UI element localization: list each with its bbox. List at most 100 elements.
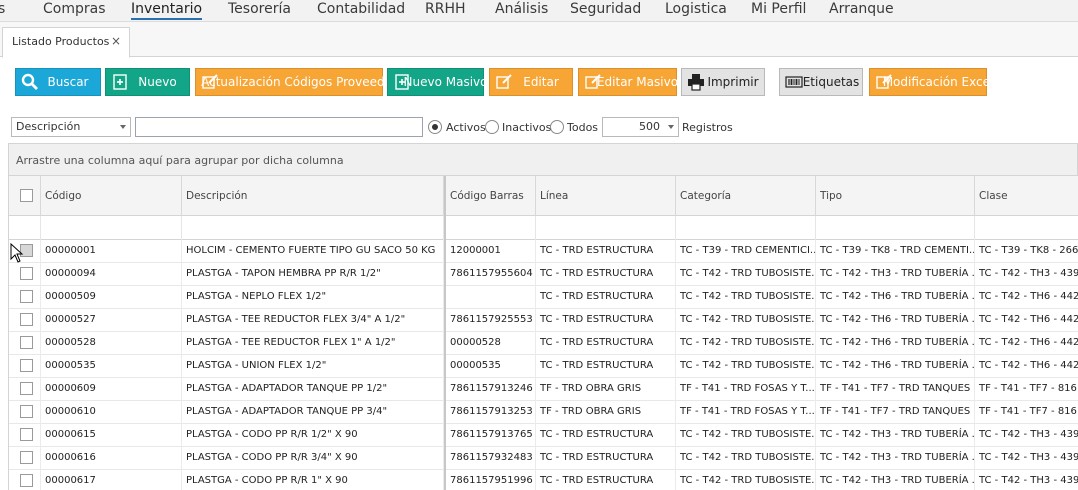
cell-tipo[interactable]: TC - T42 - TH6 - TRD TUBERÍA ...	[816, 332, 975, 355]
table-row[interactable]: 00000609 PLASTGA - ADAPTADOR TANQUE PP 1/…	[9, 378, 1078, 401]
cell-categoria[interactable]: TC - T42 - TRD TUBOSISTE...	[676, 332, 816, 355]
menu-item-mi-perfil[interactable]: Mi Perfil	[751, 1, 806, 17]
cell-linea[interactable]: TC - TRD ESTRUCTURA	[536, 424, 676, 447]
menu-item-seguridad[interactable]: Seguridad	[570, 1, 641, 17]
cell-codigo[interactable]: 00000094	[41, 263, 182, 286]
editar-button[interactable]: Editar	[489, 68, 573, 96]
filter-cell-descripcion[interactable]	[182, 216, 444, 240]
menu-item-partial[interactable]: s	[0, 1, 5, 17]
filter-cell-codigo[interactable]	[41, 216, 182, 240]
cell-linea[interactable]: TC - TRD ESTRUCTURA	[536, 240, 676, 263]
cell-categoria[interactable]: TC - T39 - TRD CEMENTICI...	[676, 240, 816, 263]
cell-tipo[interactable]: TC - T42 - TH6 - TRD TUBERÍA ...	[816, 309, 975, 332]
cell-linea[interactable]: TF - TRD OBRA GRIS	[536, 401, 676, 424]
cell-clase[interactable]: TC - T42 - TH3 - 439 - T	[975, 470, 1078, 490]
filter-cell-clase[interactable]	[975, 216, 1078, 240]
cell-codigo-barras[interactable]: 12000001	[446, 240, 536, 263]
cell-linea[interactable]: TC - TRD ESTRUCTURA	[536, 263, 676, 286]
cell-categoria[interactable]: TC - T42 - TRD TUBOSISTE...	[676, 470, 816, 490]
cell-codigo-barras[interactable]: 00000535	[446, 355, 536, 378]
table-row[interactable]: 00000527 PLASTGA - TEE REDUCTOR FLEX 3/4"…	[9, 309, 1078, 332]
filter-cell-tipo[interactable]	[816, 216, 975, 240]
row-checkbox[interactable]	[20, 267, 33, 280]
cell-linea[interactable]: TC - TRD ESTRUCTURA	[536, 470, 676, 490]
tab-listado-productos[interactable]: Listado Productos ×	[2, 27, 130, 58]
imprimir-button[interactable]: Imprimir	[681, 68, 765, 96]
cell-codigo[interactable]: 00000527	[41, 309, 182, 332]
row-checkbox[interactable]	[20, 474, 33, 487]
registros-select[interactable]: 500	[602, 117, 679, 137]
menu-item-compras[interactable]: Compras	[43, 1, 106, 17]
cell-codigo[interactable]: 00000617	[41, 470, 182, 490]
cell-descripcion[interactable]: PLASTGA - NEPLO FLEX 1/2"	[182, 286, 444, 309]
table-row[interactable]: 00000610 PLASTGA - ADAPTADOR TANQUE PP 3/…	[9, 401, 1078, 424]
cell-linea[interactable]: TF - TRD OBRA GRIS	[536, 378, 676, 401]
cell-linea[interactable]: TC - TRD ESTRUCTURA	[536, 286, 676, 309]
table-row[interactable]: 00000094 PLASTGA - TAPON HEMBRA PP R/R 1/…	[9, 263, 1078, 286]
search-input[interactable]	[135, 117, 423, 137]
actualizacion-codigos-proveedor-button[interactable]: Actualización Códigos Proveedor	[195, 68, 397, 96]
cell-codigo-barras[interactable]: 00000528	[446, 332, 536, 355]
cell-tipo[interactable]: TC - T42 - TH3 - TRD TUBERÍA ...	[816, 263, 975, 286]
buscar-button[interactable]: Buscar	[15, 68, 101, 96]
row-checkbox[interactable]	[20, 290, 33, 303]
column-header-linea[interactable]: Línea	[536, 176, 676, 216]
nuevo-masivo-button[interactable]: Nuevo Masivo	[387, 68, 487, 96]
radio-todos[interactable]	[550, 120, 564, 134]
editar-masivo-button[interactable]: Editar Masivo	[578, 68, 678, 96]
cell-codigo-barras[interactable]: 7861157925553	[446, 309, 536, 332]
filter-cell-codigo-barras[interactable]	[446, 216, 536, 240]
cell-codigo-barras[interactable]	[446, 286, 536, 309]
cell-clase[interactable]: TF - T41 - TF7 - 816 - T	[975, 401, 1078, 424]
filter-cell-categoria[interactable]	[676, 216, 816, 240]
menu-item-logistica[interactable]: Logistica	[665, 1, 727, 17]
cell-descripcion[interactable]: PLASTGA - ADAPTADOR TANQUE PP 3/4"	[182, 401, 444, 424]
cell-clase[interactable]: TC - T42 - TH6 - 442 - T	[975, 355, 1078, 378]
cell-clase[interactable]: TF - T41 - TF7 - 816 - T	[975, 378, 1078, 401]
select-all-checkbox[interactable]	[20, 189, 33, 202]
cell-codigo-barras[interactable]: 7861157913253	[446, 401, 536, 424]
cell-codigo[interactable]: 00000001	[41, 240, 182, 263]
column-header-tipo[interactable]: Tipo	[816, 176, 975, 216]
row-checkbox[interactable]	[20, 313, 33, 326]
column-header-codigo-barras[interactable]: Código Barras	[446, 176, 536, 216]
table-row[interactable]: 00000509 PLASTGA - NEPLO FLEX 1/2" TC - TR…	[9, 286, 1078, 309]
cell-tipo[interactable]: TF - T41 - TF7 - TRD TANQUES	[816, 401, 975, 424]
cell-linea[interactable]: TC - TRD ESTRUCTURA	[536, 355, 676, 378]
radio-activos[interactable]	[428, 120, 442, 134]
table-row[interactable]: 00000528 PLASTGA - TEE REDUCTOR FLEX 1" A…	[9, 332, 1078, 355]
cell-tipo[interactable]: TC - T42 - TH6 - TRD TUBERÍA ...	[816, 286, 975, 309]
cell-categoria[interactable]: TC - T42 - TRD TUBOSISTE...	[676, 286, 816, 309]
cell-linea[interactable]: TC - TRD ESTRUCTURA	[536, 447, 676, 470]
menu-item-arranque[interactable]: Arranque	[829, 1, 894, 17]
table-row[interactable]: 00000001 HOLCIM - CEMENTO FUERTE TIPO GU …	[9, 240, 1078, 263]
column-header-categoria[interactable]: Categoría	[676, 176, 816, 216]
row-checkbox[interactable]	[20, 451, 33, 464]
cell-codigo[interactable]: 00000535	[41, 355, 182, 378]
row-checkbox[interactable]	[20, 382, 33, 395]
menu-item-rrhh[interactable]: RRHH	[425, 1, 466, 17]
cell-tipo[interactable]: TC - T42 - TH6 - TRD TUBERÍA ...	[816, 355, 975, 378]
row-checkbox[interactable]	[20, 336, 33, 349]
menu-item-contabilidad[interactable]: Contabilidad	[317, 1, 405, 17]
cell-descripcion[interactable]: PLASTGA - ADAPTADOR TANQUE PP 1/2"	[182, 378, 444, 401]
cell-codigo-barras[interactable]: 7861157913246	[446, 378, 536, 401]
row-checkbox[interactable]	[20, 359, 33, 372]
cell-tipo[interactable]: TF - T41 - TF7 - TRD TANQUES	[816, 378, 975, 401]
cell-linea[interactable]: TC - TRD ESTRUCTURA	[536, 332, 676, 355]
cell-codigo[interactable]: 00000610	[41, 401, 182, 424]
cell-categoria[interactable]: TC - T42 - TRD TUBOSISTE...	[676, 424, 816, 447]
menu-item-tesoreria[interactable]: Tesorería	[228, 1, 291, 17]
cell-codigo[interactable]: 00000509	[41, 286, 182, 309]
group-by-panel[interactable]: Arrastre una columna aquí para agrupar p…	[8, 143, 1078, 176]
cell-codigo[interactable]: 00000615	[41, 424, 182, 447]
cell-linea[interactable]: TC - TRD ESTRUCTURA	[536, 309, 676, 332]
row-checkbox[interactable]	[20, 405, 33, 418]
cell-descripcion[interactable]: PLASTGA - TAPON HEMBRA PP R/R 1/2"	[182, 263, 444, 286]
cell-clase[interactable]: TC - T42 - TH3 - 439 - T	[975, 263, 1078, 286]
cell-categoria[interactable]: TC - T42 - TRD TUBOSISTE...	[676, 355, 816, 378]
table-row[interactable]: 00000617 PLASTGA - CODO PP R/R 1" X 90 786…	[9, 470, 1078, 490]
column-header-clase[interactable]: Clase	[975, 176, 1078, 216]
etiquetas-button[interactable]: Etiquetas	[779, 68, 863, 96]
cell-codigo-barras[interactable]: 7861157951996	[446, 470, 536, 490]
